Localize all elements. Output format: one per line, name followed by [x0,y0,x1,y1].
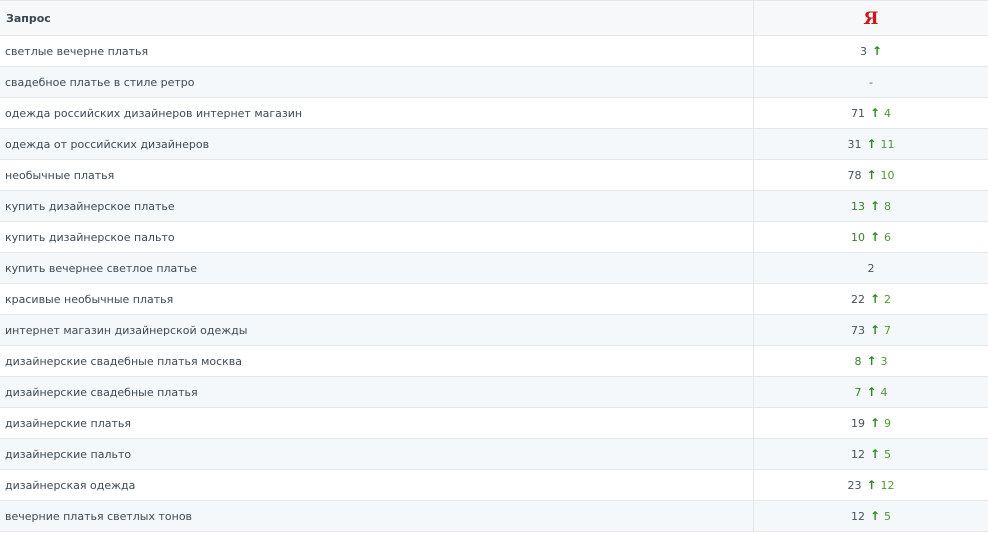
table-row: вечерние платья светлых тонов 12 ↑ 5 [0,501,988,532]
position-value: 10 [850,230,865,244]
position-value: 71 [850,106,865,120]
table-row: свадебное платье в стиле ретро - [0,67,988,98]
query-cell[interactable]: необычные платья [0,160,754,190]
position-change: 3 [880,354,888,368]
yandex-position-cell: - [754,67,988,97]
position-change: 6 [884,230,892,244]
yandex-position-cell: 78 ↑ 10 [754,160,988,190]
arrow-up-icon: ↑ [866,385,877,399]
yandex-position-cell: 12 ↑ 5 [754,439,988,469]
yandex-position-cell: 13 ↑ 8 [754,191,988,221]
table-row: красивые необычные платья 22 ↑ 2 [0,284,988,315]
position-change: 8 [884,199,892,213]
table-row: купить дизайнерское платье 13 ↑ 8 [0,191,988,222]
table-row: необычные платья 78 ↑ 10 [0,160,988,191]
position-value: 12 [850,447,865,461]
table-row: одежда от российских дизайнеров 31 ↑ 11 [0,129,988,160]
query-cell[interactable]: купить дизайнерское пальто [0,222,754,252]
position-change: 5 [884,447,892,461]
arrow-up-icon: ↑ [869,416,881,430]
query-cell[interactable]: дизайнерская одежда [0,470,754,500]
table-row: купить вечернее светлое платье 2 [0,253,988,284]
arrow-up-icon: ↑ [866,478,877,492]
position-change: 5 [884,509,892,523]
query-cell[interactable]: купить дизайнерское платье [0,191,754,221]
table-row: дизайнерские платья 19 ↑ 9 [0,408,988,439]
position-value: 31 [847,137,862,151]
position-value: 22 [850,292,865,306]
table-row: светлые вечерне платья 3 ↑ [0,36,988,67]
query-cell[interactable]: свадебное платье в стиле ретро [0,67,754,97]
position-change: 4 [880,385,888,399]
yandex-position-cell: 73 ↑ 7 [754,315,988,345]
position-change: 12 [880,478,895,492]
arrow-up-icon: ↑ [869,199,881,213]
yandex-position-cell: 7 ↑ 4 [754,377,988,407]
position-change: 10 [880,168,895,182]
table-row: дизайнерские свадебные платья москва 8 ↑ 3 [0,346,988,377]
table-row: купить дизайнерское пальто 10 ↑ 6 [0,222,988,253]
yandex-position-cell: 71 ↑ 4 [754,98,988,128]
query-cell[interactable]: интернет магазин дизайнерской одежды [0,315,754,345]
arrow-up-icon: ↑ [869,292,881,306]
position-value: 13 [850,199,865,213]
yandex-position-cell: 22 ↑ 2 [754,284,988,314]
position-change: 4 [884,106,892,120]
query-column-header[interactable]: Запрос [0,1,754,35]
position-change: 7 [884,323,892,337]
table-body: светлые вечерне платья 3 ↑ свадебное платье… [0,36,988,532]
position-value: 3 [859,44,867,58]
position-value: 23 [847,478,862,492]
table-row: дизайнерская одежда 23 ↑ 12 [0,470,988,501]
query-cell[interactable]: дизайнерские платья [0,408,754,438]
table-row: дизайнерские свадебные платья 7 ↑ 4 [0,377,988,408]
position-value: 2 [867,261,875,275]
position-change: 9 [884,416,892,430]
position-value: - [869,75,873,89]
arrow-up-icon: ↑ [869,447,881,461]
query-cell[interactable]: одежда от российских дизайнеров [0,129,754,159]
arrow-up-icon: ↑ [869,230,881,244]
yandex-column-header[interactable]: Я [754,1,988,35]
arrow-up-icon: ↑ [866,168,877,182]
query-cell[interactable]: дизайнерские свадебные платья [0,377,754,407]
query-cell[interactable]: светлые вечерне платья [0,36,754,66]
yandex-position-cell: 10 ↑ 6 [754,222,988,252]
table-header: Запрос Я [0,1,988,36]
position-value: 8 [854,354,862,368]
position-change: 2 [884,292,892,306]
yandex-position-cell: 3 ↑ [754,36,988,66]
yandex-logo-icon: Я [863,8,879,29]
query-cell[interactable]: дизайнерские свадебные платья москва [0,346,754,376]
table-row: дизайнерские пальто 12 ↑ 5 [0,439,988,470]
query-cell[interactable]: дизайнерские пальто [0,439,754,469]
query-cell[interactable]: купить вечернее светлое платье [0,253,754,283]
yandex-position-cell: 31 ↑ 11 [754,129,988,159]
position-value: 78 [847,168,862,182]
arrow-up-icon: ↑ [869,509,881,523]
positions-table: Запрос Я светлые вечерне платья 3 ↑ свадебн… [0,0,988,532]
query-cell[interactable]: красивые необычные платья [0,284,754,314]
yandex-position-cell: 2 [754,253,988,283]
yandex-position-cell: 12 ↑ 5 [754,501,988,531]
query-cell[interactable]: одежда российских дизайнеров интернет ма… [0,98,754,128]
yandex-position-cell: 23 ↑ 12 [754,470,988,500]
arrow-up-icon: ↑ [871,44,883,58]
yandex-position-cell: 8 ↑ 3 [754,346,988,376]
position-value: 19 [850,416,865,430]
arrow-up-icon: ↑ [869,323,881,337]
position-value: 7 [854,385,862,399]
query-cell[interactable]: вечерние платья светлых тонов [0,501,754,531]
position-value: 73 [850,323,865,337]
yandex-position-cell: 19 ↑ 9 [754,408,988,438]
arrow-up-icon: ↑ [866,137,877,151]
arrow-up-icon: ↑ [866,354,877,368]
arrow-up-icon: ↑ [869,106,881,120]
table-row: одежда российских дизайнеров интернет ма… [0,98,988,129]
position-change: 11 [880,137,895,151]
position-value: 12 [850,509,865,523]
table-row: интернет магазин дизайнерской одежды 73 ↑ 7 [0,315,988,346]
